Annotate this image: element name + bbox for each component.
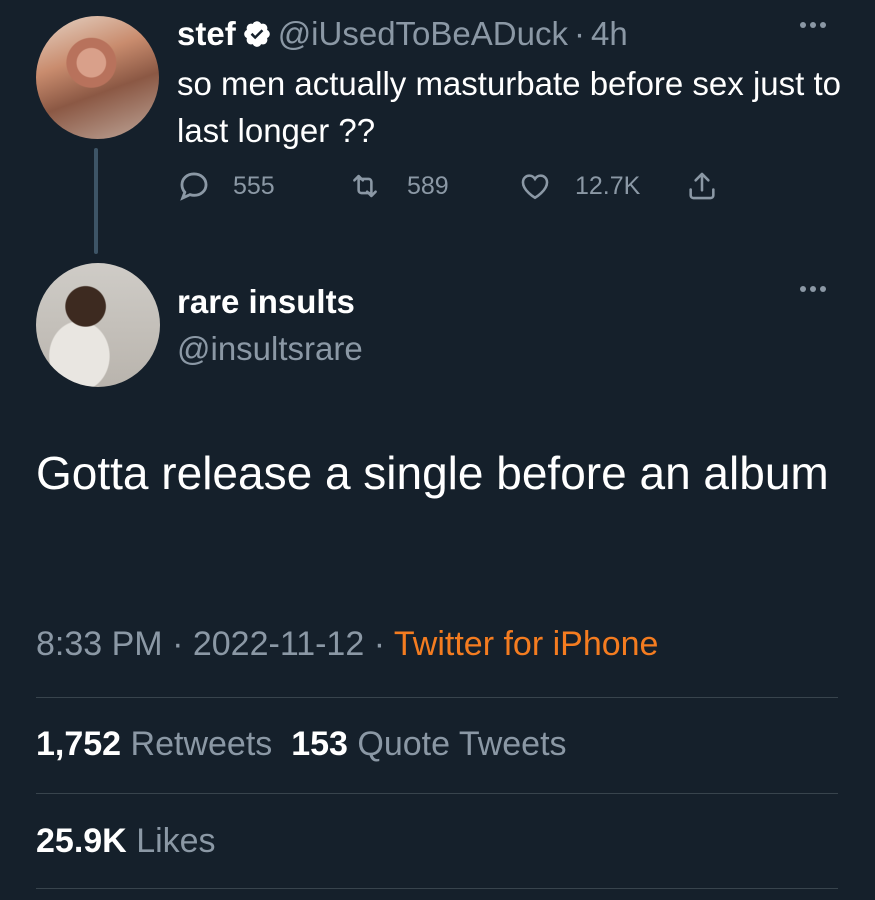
main-tweet-text: Gotta release a single before an album (36, 447, 829, 499)
engagement-stats-row: 1,752 Retweets 153 Quote Tweets (36, 725, 567, 764)
tweet-metadata: 8:33 PM · 2022-11-12 · Twitter for iPhon… (36, 625, 658, 664)
verified-badge-icon (242, 19, 272, 49)
share-icon (685, 169, 719, 203)
tweet-date[interactable]: 2022-11-12 (193, 625, 364, 663)
parent-author-avatar[interactable] (36, 16, 159, 139)
header-separator: · (573, 15, 585, 52)
likes-count: 25.9K (36, 822, 127, 860)
divider (36, 697, 838, 698)
reply-count: 555 (233, 171, 275, 200)
parent-tweet-time[interactable]: 4h (591, 15, 628, 53)
tweet-source-link[interactable]: Twitter for iPhone (394, 625, 659, 663)
likes-label: Likes (136, 822, 216, 860)
quote-tweets-label: Quote Tweets (357, 725, 567, 763)
quote-tweets-stat[interactable]: 153 Quote Tweets (291, 725, 566, 763)
meta-separator: · (373, 625, 386, 663)
divider (36, 888, 838, 889)
main-author-avatar[interactable] (36, 263, 160, 387)
retweet-count: 589 (407, 171, 449, 200)
retweet-button[interactable]: 589 (347, 169, 517, 203)
quote-tweets-count: 153 (291, 725, 348, 763)
share-button[interactable] (685, 169, 719, 203)
main-author-name[interactable]: rare insults (177, 283, 355, 321)
parent-tweet-actions: 555 589 12.7K (177, 166, 719, 206)
like-count: 12.7K (575, 171, 641, 200)
parent-tweet-header: stef @iUsedToBeADuck · 4h (177, 14, 628, 54)
reply-button[interactable]: 555 (177, 169, 347, 203)
meta-separator: · (172, 625, 184, 663)
parent-author-name[interactable]: stef (177, 15, 236, 53)
tweet-time[interactable]: 8:33 PM (36, 625, 163, 663)
more-icon[interactable] (800, 22, 826, 28)
thread-connector-line (94, 148, 98, 254)
retweets-count: 1,752 (36, 725, 122, 763)
retweet-icon (347, 169, 383, 203)
divider (36, 793, 838, 794)
like-button[interactable]: 12.7K (517, 169, 685, 203)
main-author-handle[interactable]: @insultsrare (177, 330, 363, 368)
more-icon[interactable] (800, 286, 826, 292)
like-icon (517, 169, 553, 203)
likes-stat[interactable]: 25.9K Likes (36, 822, 216, 861)
reply-icon (177, 169, 211, 203)
parent-tweet-text: so men actually masturbate before sex ju… (177, 65, 841, 149)
retweets-stat[interactable]: 1,752 Retweets (36, 725, 272, 763)
retweets-label: Retweets (130, 725, 273, 763)
parent-author-handle[interactable]: @iUsedToBeADuck (278, 15, 568, 53)
